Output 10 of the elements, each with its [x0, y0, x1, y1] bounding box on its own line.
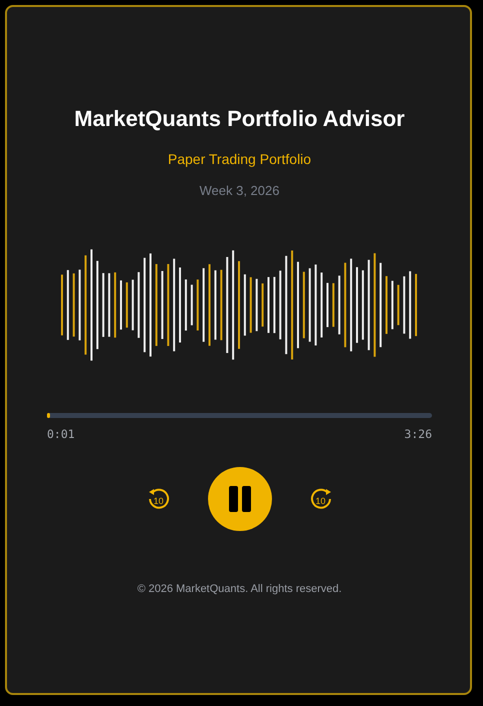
date-label: Week 3, 2026 — [198, 182, 280, 200]
subtitle: Paper Trading Portfolio — [166, 150, 312, 169]
title: MarketQuants Portfolio Advisor — [73, 105, 406, 133]
rewind-button[interactable]: 10 — [146, 486, 172, 512]
copyright-text: © 2026 MarketQuants. All rights reserved. — [136, 582, 343, 597]
pause-icon — [228, 484, 252, 513]
progress-track[interactable] — [47, 412, 432, 418]
forward-button[interactable]: 10 — [308, 486, 334, 512]
elapsed-time: 0:01 — [47, 426, 75, 442]
duration: 3:26 — [404, 426, 432, 442]
